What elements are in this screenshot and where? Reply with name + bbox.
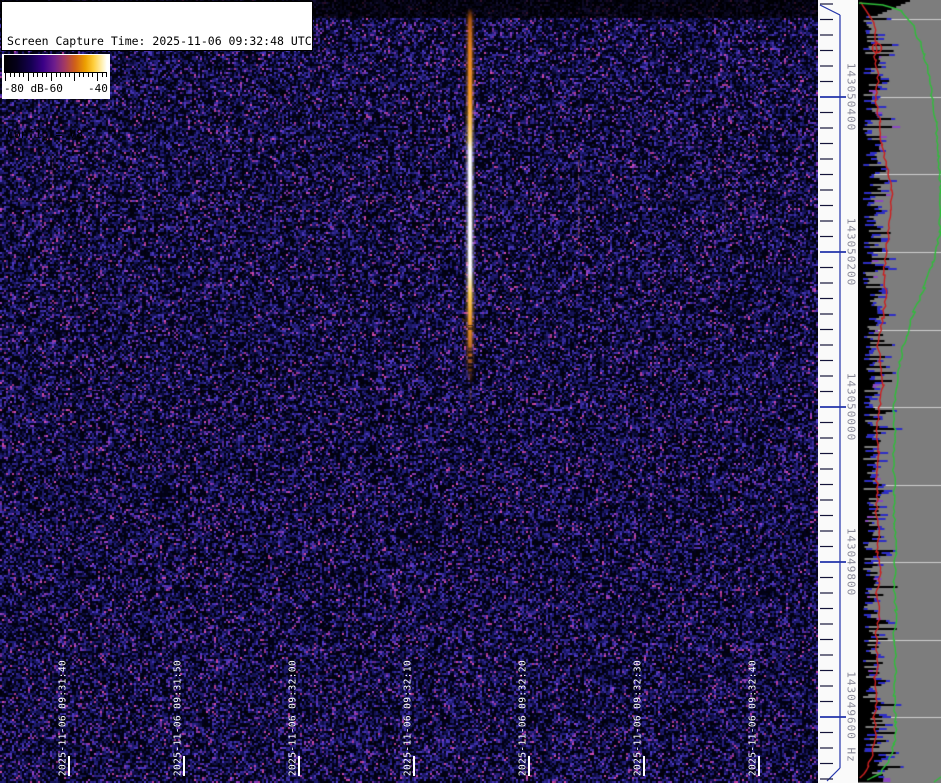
- frequency-ruler: 143050400 143050200 143050000 143049800 1430…: [818, 0, 858, 783]
- colorbar-tick: [106, 73, 107, 77]
- colorbar-tick: [5, 73, 6, 81]
- frequency-label: 143050400: [845, 63, 858, 132]
- colorbar-tick: [23, 73, 24, 77]
- colorbar-label: -60: [43, 82, 63, 95]
- config-text: Config = V8: [7, 127, 312, 143]
- colorbar-tick: [46, 73, 47, 77]
- colorbar-gradient: [4, 55, 107, 72]
- capture-time-text: Screen Capture Time: 2025-11-06 09:32:48…: [7, 34, 312, 50]
- colorbar-tick: [14, 73, 15, 77]
- colorbar-tick: [19, 73, 20, 77]
- intensity-colorbar: -80 dB-60 -40: [2, 54, 110, 99]
- colorbar-label: -80 dB: [4, 82, 44, 95]
- colorbar-tick: [88, 73, 89, 77]
- colorbar-tick: [97, 73, 98, 81]
- colorbar-tick: [42, 73, 43, 77]
- colorbar-tick: [83, 73, 84, 77]
- frequency-label: 143049800: [845, 528, 858, 597]
- colorbar-tick: [69, 73, 70, 77]
- frequency-label: 143050000: [845, 373, 858, 442]
- spectrum-lab-capture: 2025-11-06 09:31:402025-11-06 09:31:5020…: [0, 0, 941, 783]
- colorbar-tick: [51, 73, 52, 81]
- colorbar-labels: -80 dB-60 -40: [4, 82, 108, 97]
- colorbar-tick: [33, 73, 34, 77]
- colorbar-tick: [56, 73, 57, 77]
- colorbar-tick: [10, 73, 11, 77]
- colorbar-tick: [60, 73, 61, 77]
- colorbar-ticks: [4, 72, 107, 82]
- live-spectrum-panel: [858, 0, 941, 783]
- colorbar-tick: [92, 73, 93, 77]
- colorbar-tick: [37, 73, 38, 77]
- capture-info-box: Screen Capture Time: 2025-11-06 09:32:48…: [1, 1, 313, 51]
- live-spectrum-canvas: [858, 0, 941, 783]
- colorbar-tick: [28, 73, 29, 81]
- colorbar-tick: [102, 73, 103, 77]
- colorbar-tick: [79, 73, 80, 77]
- colorbar-label: -40: [88, 82, 108, 95]
- colorbar-tick: [65, 73, 66, 77]
- frequency-label: 143049600 Hz: [845, 671, 858, 762]
- colorbar-tick: [74, 73, 75, 81]
- frequency-label: 143050200: [845, 218, 858, 287]
